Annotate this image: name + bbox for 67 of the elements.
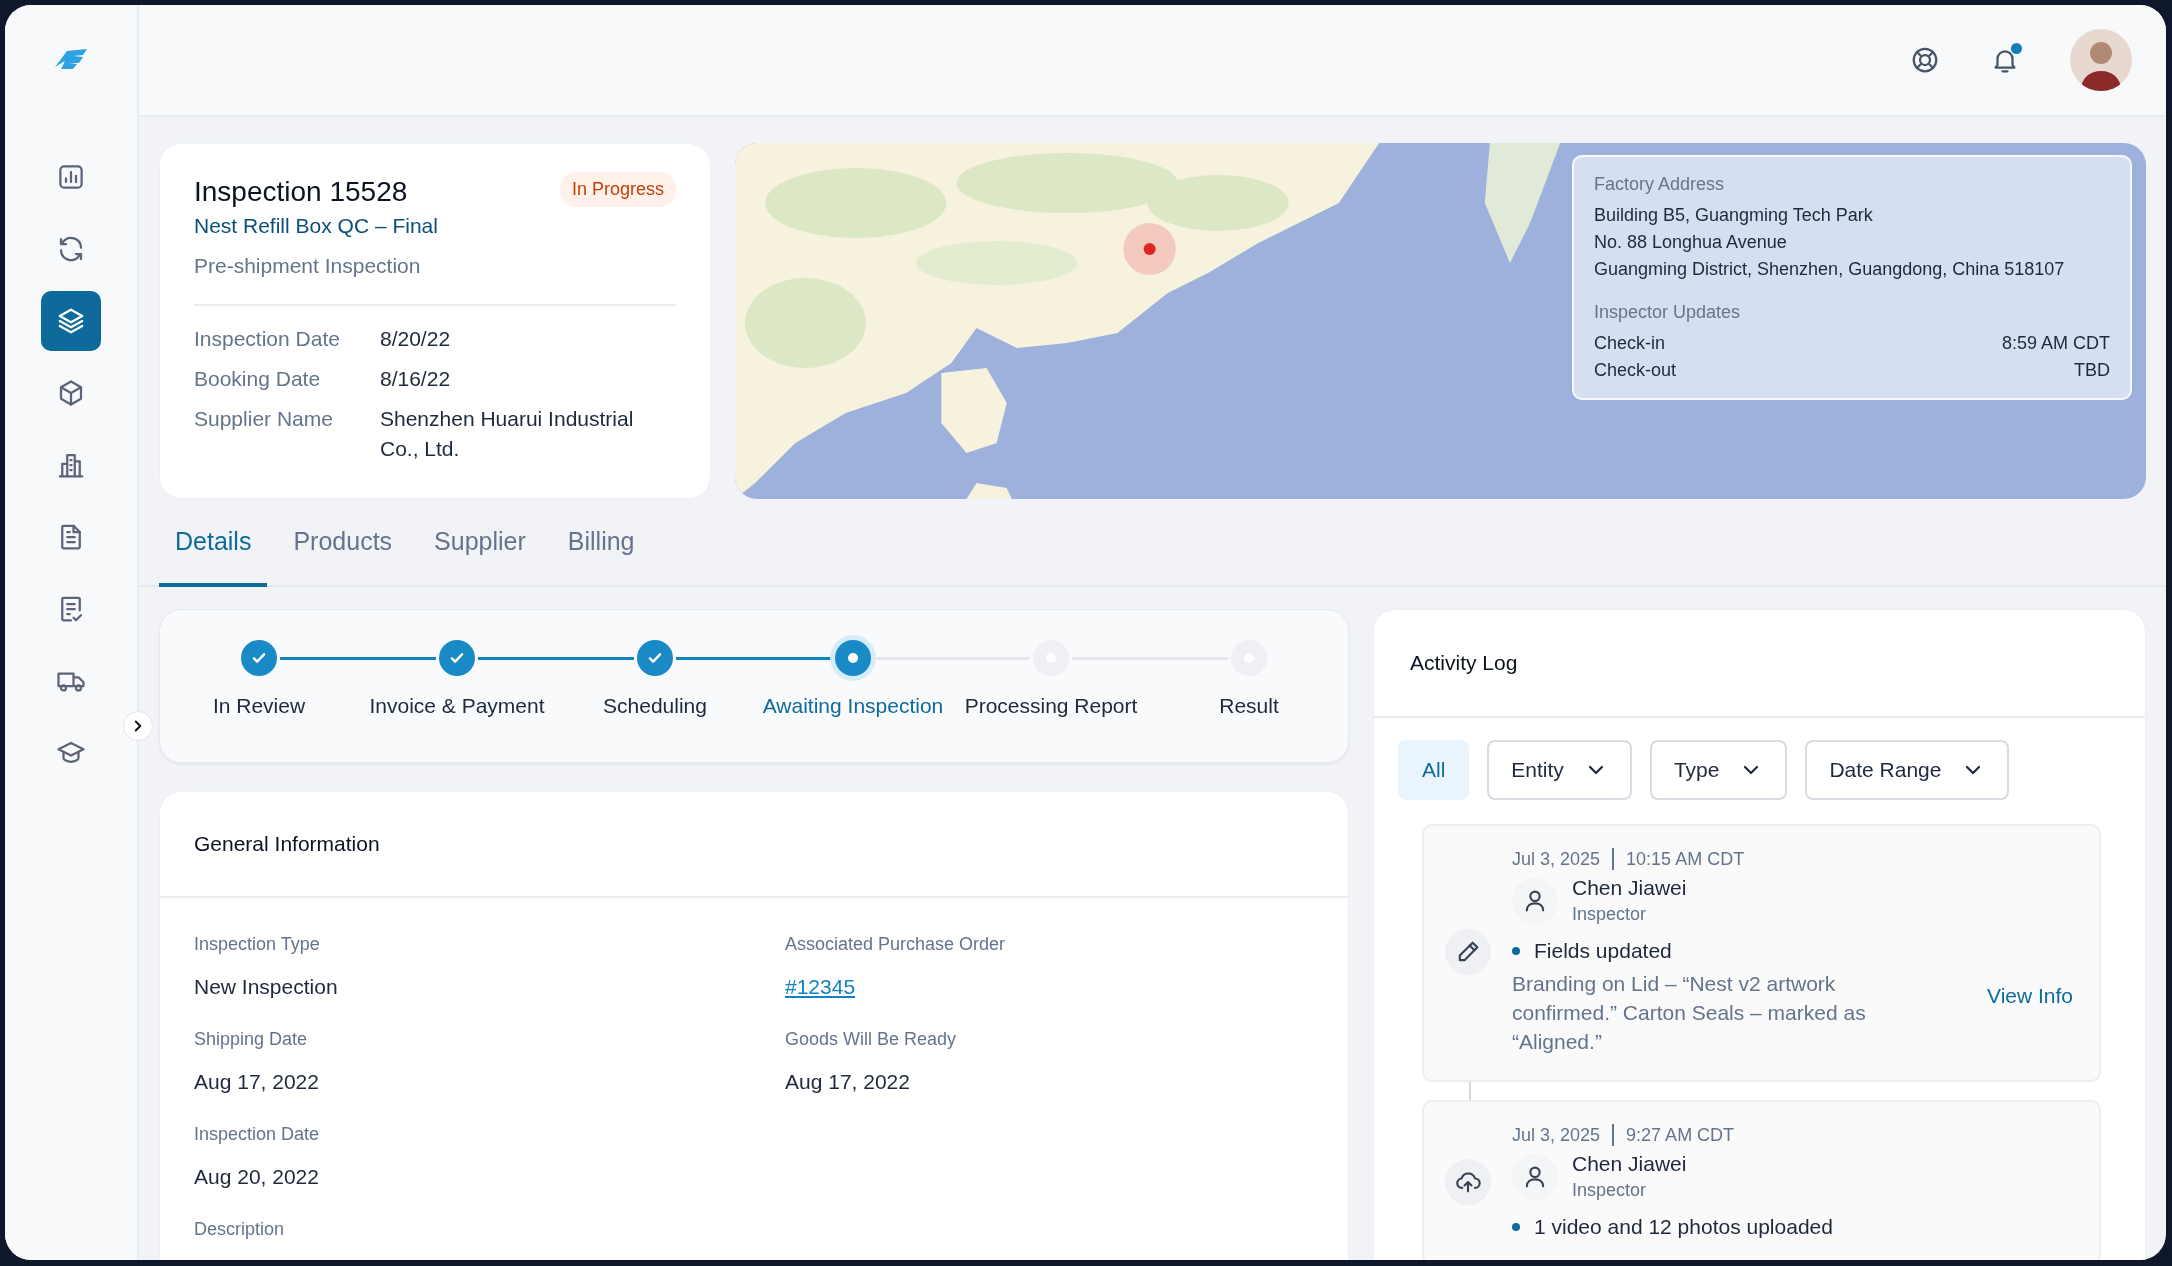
activity-headline: Fields updated: [1534, 939, 1672, 963]
update-value: 8:59 AM CDT: [2001, 332, 2110, 355]
activity-time: 10:15 AM CDT: [1626, 848, 1745, 870]
card-title: General Information: [194, 832, 380, 856]
field-label: Description: [194, 1219, 286, 1240]
field-label: Inspection Date: [194, 1124, 321, 1145]
update-label: Check-out: [1594, 359, 1677, 382]
section-label: Inspector Updates: [1594, 301, 1742, 324]
tab[interactable]: Products: [277, 499, 409, 587]
activity-detail: Branding on Lid – “Nest v2 artwork confirmed.” Carton Seals – marked as “Aligned.”: [1512, 971, 1867, 1055]
logo-icon: [53, 47, 89, 71]
field-label: Shipping Date: [194, 1029, 309, 1050]
step-label: Scheduling: [603, 694, 707, 718]
bullet-dot: [1512, 947, 1520, 955]
card-title: Activity Log: [1410, 651, 1518, 675]
section-label: Factory Address: [1594, 173, 1726, 196]
field-value: Aug 17, 2022: [194, 1070, 320, 1094]
field-label: Booking Date: [194, 366, 322, 392]
activity-time: 9:27 AM CDT: [1626, 1124, 1735, 1146]
step-label: Invoice & Payment: [369, 694, 545, 718]
field-label: Goods Will Be Ready: [785, 1029, 958, 1050]
field-value: 8/20/22: [380, 326, 452, 352]
bullet-dot: [1512, 1223, 1520, 1231]
field-value: Shenzhen Huarui Industrial Co., Ltd.: [380, 406, 635, 462]
help-button[interactable]: [1910, 45, 1940, 75]
step-label: In Review: [212, 694, 306, 718]
step-label: Processing Report: [964, 694, 1138, 718]
user-name: Chen Jiawei: [1572, 1152, 1687, 1176]
field-label: Supplier Name: [194, 406, 334, 432]
field-value: Aug 17, 2022: [785, 1070, 911, 1094]
step-label: Result: [1219, 694, 1279, 718]
user-name: Chen Jiawei: [1572, 876, 1687, 900]
address-line: Guangming District, Shenzhen, Guangdong, China 518107: [1594, 258, 2066, 281]
field-label: Associated Purchase Order: [785, 934, 1007, 955]
inspection-title: Inspection 15528: [194, 176, 408, 208]
address-line: No. 88 Longhua Avenue: [1594, 231, 1788, 254]
filter-dropdown[interactable]: Entity: [1487, 740, 1632, 800]
activity-headline: 1 video and 12 photos uploaded: [1534, 1215, 1833, 1239]
activity-date: Jul 3, 2025: [1512, 1124, 1601, 1146]
user-role: Inspector: [1572, 1180, 1648, 1201]
user-role: Inspector: [1572, 904, 1648, 925]
purchase-order-link[interactable]: #12345: [785, 975, 856, 998]
filter-chip[interactable]: All: [1398, 740, 1470, 800]
activity-date: Jul 3, 2025: [1512, 848, 1601, 870]
inspection-type: Pre-shipment Inspection: [194, 254, 422, 278]
layers-icon: [56, 306, 86, 336]
tab[interactable]: Supplier: [418, 499, 542, 587]
chart-icon: [56, 162, 86, 192]
filter-dropdown[interactable]: Date Range: [1805, 740, 2010, 800]
update-label: Check-in: [1594, 332, 1666, 355]
filter-dropdown[interactable]: Type: [1649, 740, 1788, 800]
lifebuoy-icon: [1910, 45, 1940, 75]
expand-button[interactable]: [123, 711, 153, 741]
status-badge: In Progress: [559, 172, 676, 207]
field-value: New Inspection: [194, 975, 339, 999]
inspection-subtitle: Nest Refill Box QC – Final: [194, 214, 439, 238]
tab[interactable]: Details: [159, 499, 268, 587]
sidebar-item[interactable]: [41, 291, 101, 351]
field-value: 8/16/22: [380, 366, 452, 392]
field-label: Inspection Date: [194, 326, 341, 352]
field-value: Aug 20, 2022: [194, 1165, 320, 1189]
tab[interactable]: Billing: [551, 499, 651, 587]
update-value: TBD: [2074, 359, 2110, 382]
view-info-link[interactable]: View Info: [1987, 984, 2073, 1008]
address-line: Building B5, Guangming Tech Park: [1594, 204, 1874, 227]
field-label: Inspection Type: [194, 934, 321, 955]
step-label: Awaiting Inspection: [762, 694, 944, 718]
